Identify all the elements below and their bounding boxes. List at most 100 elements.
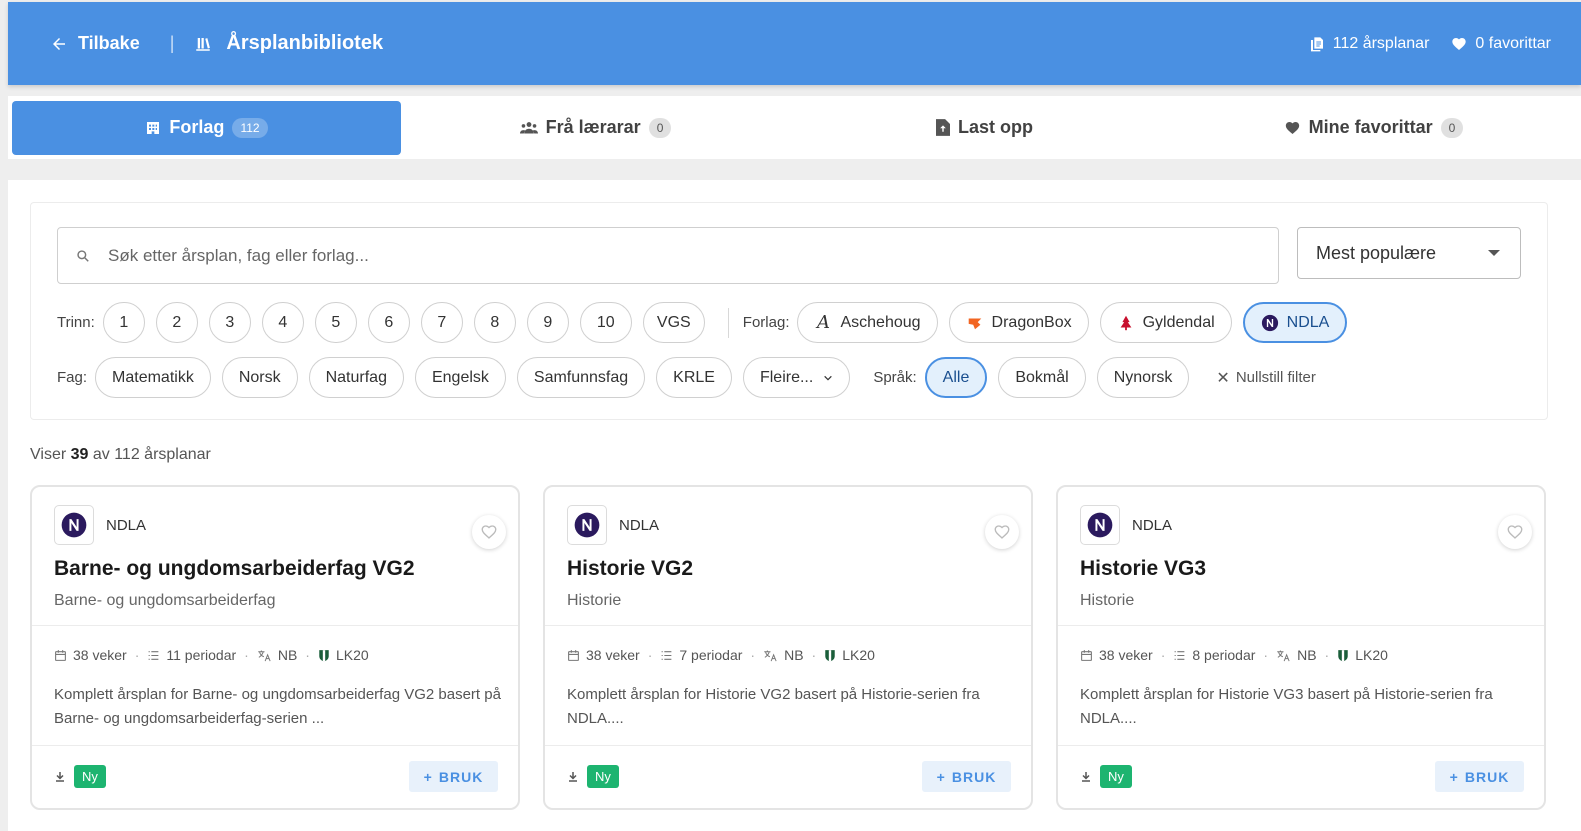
plus-icon: + — [423, 768, 433, 785]
new-badge: Ny — [1100, 765, 1132, 788]
file-upload-icon — [936, 119, 950, 136]
tab-last-opp[interactable]: Last opp — [790, 101, 1179, 155]
search-box[interactable] — [57, 227, 1279, 284]
plan-card[interactable]: NDLA Historie VG3 Historie 38 veker · 8 … — [1056, 485, 1546, 810]
fag-chip-samfunnsfag[interactable]: Samfunnsfag — [516, 357, 646, 398]
divider — [1058, 625, 1544, 626]
trinn-chip-7[interactable]: 7 — [420, 302, 463, 343]
fag-chip-norsk[interactable]: Norsk — [221, 357, 298, 398]
caret-down-icon — [1488, 250, 1500, 256]
card-title: Historie VG2 — [567, 557, 694, 580]
main-panel: Mest populære Trinn: 1 2 3 4 5 6 7 8 9 1… — [8, 180, 1581, 831]
card-meta: 38 veker · 7 periodar · NB · LK20 — [567, 647, 875, 663]
forlag-chip-gyldendal[interactable]: Gyldendal — [1099, 302, 1232, 343]
favorite-button[interactable] — [472, 515, 506, 549]
gyldendal-logo-icon — [1120, 315, 1131, 330]
plus-icon: + — [1449, 768, 1459, 785]
forlag-chip-dragonbox[interactable]: DragonBox — [948, 302, 1089, 343]
trinn-chip-5[interactable]: 5 — [314, 302, 357, 343]
card-publisher: NDLA — [54, 505, 146, 545]
card-meta: 38 veker · 8 periodar · NB · LK20 — [1080, 647, 1388, 663]
norway-shield-icon — [825, 649, 835, 661]
fag-chip-matematikk[interactable]: Matematikk — [95, 357, 211, 398]
favorite-button[interactable] — [1498, 515, 1532, 549]
app-header: Tilbake | Årsplanbibliotek 112 årsplanar… — [8, 2, 1581, 85]
forlag-chip-ndla[interactable]: NDLA — [1242, 302, 1348, 343]
card-description: Komplett årsplan for Barne- og ungdomsar… — [54, 686, 501, 727]
divider — [32, 625, 518, 626]
heart-icon — [1452, 37, 1467, 50]
use-button[interactable]: + BRUK — [1435, 761, 1524, 792]
trinn-chip-vgs[interactable]: VGS — [642, 302, 705, 343]
trinn-chip-10[interactable]: 10 — [579, 302, 632, 343]
sort-select[interactable]: Mest populære — [1297, 227, 1521, 279]
favorite-button[interactable] — [985, 515, 1019, 549]
fag-chip-krle[interactable]: KRLE — [656, 357, 732, 398]
search-input[interactable] — [108, 245, 1208, 266]
page-title: Årsplanbibliotek — [194, 32, 383, 55]
fag-more-dropdown[interactable]: Fleire... — [742, 357, 851, 398]
trinn-chip-3[interactable]: 3 — [208, 302, 251, 343]
heart-outline-icon — [481, 525, 497, 539]
forlag-label: Forlag: — [742, 314, 790, 331]
card-description: Komplett årsplan for Historie VG2 basert… — [567, 686, 980, 727]
filter-divider — [727, 307, 729, 338]
card-subject: Barne- og ungdomsarbeiderfag — [54, 592, 276, 609]
sort-selected-value: Mest populære — [1316, 242, 1437, 263]
norway-shield-icon — [319, 649, 329, 661]
sprak-chip-alle[interactable]: Alle — [924, 357, 988, 398]
fag-chip-naturfag[interactable]: Naturfag — [308, 357, 404, 398]
trinn-label: Trinn: — [57, 314, 95, 331]
filter-box: Mest populære Trinn: 1 2 3 4 5 6 7 8 9 1… — [30, 202, 1548, 420]
trinn-chip-6[interactable]: 6 — [367, 302, 410, 343]
dragonbox-logo-icon — [968, 318, 981, 329]
new-badge: Ny — [587, 765, 619, 788]
sprak-chip-bokmal[interactable]: Bokmål — [998, 357, 1086, 398]
divider — [545, 625, 1031, 626]
tab-bar: Forlag 112 Frå lærarar 0 Last opp Mine f… — [8, 96, 1581, 159]
use-button[interactable]: + BRUK — [409, 761, 498, 792]
download-icon — [1082, 772, 1090, 782]
search-icon — [77, 249, 89, 262]
plan-card[interactable]: NDLA Barne- og ungdomsarbeiderfag VG2 Ba… — [30, 485, 520, 810]
card-meta: 38 veker · 11 periodar · NB · LK20 — [54, 647, 369, 663]
back-button[interactable]: Tilbake — [50, 33, 140, 54]
card-publisher: NDLA — [1080, 505, 1172, 545]
forlag-chip-aschehoug[interactable]: A Aschehoug — [797, 302, 938, 343]
trinn-chip-2[interactable]: 2 — [155, 302, 198, 343]
trinn-chip-4[interactable]: 4 — [261, 302, 304, 343]
users-icon — [519, 121, 538, 134]
trinn-chip-8[interactable]: 8 — [473, 302, 516, 343]
building-icon — [147, 121, 160, 134]
list-icon — [149, 650, 159, 660]
favorites-count-stat: 0 favorittar — [1451, 35, 1551, 53]
results-summary: Viser 39 av 112 årsplanar — [30, 446, 211, 463]
trinn-chip-9[interactable]: 9 — [526, 302, 569, 343]
tab-mine-favorittar[interactable]: Mine favorittar 0 — [1179, 101, 1568, 155]
card-publisher: NDLA — [567, 505, 659, 545]
calendar-icon — [1081, 649, 1092, 661]
reset-filter-button[interactable]: ✕ Nullstill filter — [1216, 368, 1315, 388]
chevron-down-icon — [824, 375, 833, 381]
card-footer: Ny — [1080, 765, 1132, 788]
arrow-left-icon — [53, 37, 65, 50]
header-stats: 112 årsplanar 0 favorittar — [1309, 35, 1551, 53]
tab-fra-lærarar[interactable]: Frå lærarar 0 — [401, 101, 790, 155]
card-title: Barne- og ungdomsarbeiderfag VG2 — [54, 557, 415, 580]
use-button[interactable]: + BRUK — [922, 761, 1011, 792]
trinn-chip-1[interactable]: 1 — [102, 302, 145, 343]
sprak-chip-nynorsk[interactable]: Nynorsk — [1096, 357, 1190, 398]
results-shown-count: 39 — [70, 446, 89, 463]
ndla-logo-icon — [1261, 314, 1278, 331]
ndla-logo-icon — [567, 505, 607, 545]
plans-count-stat: 112 årsplanar — [1309, 35, 1429, 53]
tab-count-badge: 112 — [232, 117, 268, 138]
fag-sprak-filter-row: Fag: Matematikk Norsk Naturfag Engelsk S… — [57, 357, 1316, 398]
download-icon — [569, 772, 577, 782]
heart-outline-icon — [994, 525, 1010, 539]
fag-chip-engelsk[interactable]: Engelsk — [414, 357, 506, 398]
plan-card[interactable]: NDLA Historie VG2 Historie 38 veker · 7 … — [543, 485, 1033, 810]
calendar-icon — [55, 649, 66, 661]
tab-forlag[interactable]: Forlag 112 — [12, 100, 401, 155]
translate-icon — [1277, 650, 1290, 661]
